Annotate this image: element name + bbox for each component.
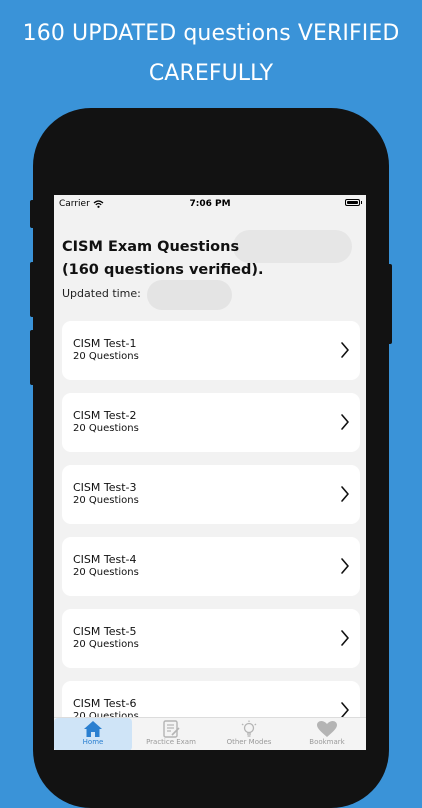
- tab-label: Bookmark: [309, 738, 345, 746]
- test-question-count: 20 Questions: [73, 423, 139, 434]
- tab-bar: Home Practice Exam Other Modes Bookmark: [54, 717, 366, 750]
- status-bar: Carrier 7:06 PM: [54, 195, 366, 213]
- app-screen: Carrier 7:06 PM CISM Exam Questions (160…: [54, 195, 366, 750]
- updated-time-pill: [147, 280, 232, 310]
- chevron-right-icon: [341, 342, 349, 358]
- tab-label: Other Modes: [226, 738, 272, 746]
- home-icon: [84, 721, 102, 737]
- updated-time-label: Updated time:: [62, 287, 141, 300]
- tab-other-modes[interactable]: Other Modes: [210, 718, 288, 750]
- tab-practice-exam[interactable]: Practice Exam: [132, 718, 210, 750]
- test-title: CISM Test-4: [73, 553, 137, 566]
- page-title-line-2: (160 questions verified).: [62, 262, 264, 278]
- test-title: CISM Test-5: [73, 625, 137, 638]
- phone-volume-down-button: [30, 330, 35, 385]
- promo-headline: 160 UPDATED questions VERIFIED CAREFULLY: [0, 14, 422, 94]
- practice-exam-icon: [163, 720, 180, 738]
- promo-line-2: CAREFULLY: [148, 61, 274, 86]
- test-list: CISM Test-1 20 Questions CISM Test-2 20 …: [62, 321, 360, 750]
- page-title: CISM Exam Questions (160 questions verif…: [62, 236, 362, 282]
- test-title: CISM Test-6: [73, 697, 137, 710]
- chevron-right-icon: [341, 558, 349, 574]
- test-question-count: 20 Questions: [73, 495, 139, 506]
- test-card-5[interactable]: CISM Test-5 20 Questions: [62, 609, 360, 668]
- chevron-right-icon: [341, 486, 349, 502]
- test-card-2[interactable]: CISM Test-2 20 Questions: [62, 393, 360, 452]
- test-question-count: 20 Questions: [73, 567, 139, 578]
- test-question-count: 20 Questions: [73, 639, 139, 650]
- chevron-right-icon: [341, 414, 349, 430]
- page-title-line-1: CISM Exam Questions: [62, 239, 240, 255]
- phone-power-button: [387, 264, 392, 344]
- chevron-right-icon: [341, 630, 349, 646]
- battery-icon: [345, 199, 362, 206]
- promo-line-1: 160 UPDATED questions VERIFIED: [22, 21, 400, 46]
- tab-label: Home: [82, 738, 104, 746]
- phone-volume-up-button: [30, 262, 35, 317]
- phone-side-button: [30, 200, 35, 228]
- status-time: 7:06 PM: [189, 199, 231, 209]
- tab-bookmark[interactable]: Bookmark: [288, 718, 366, 750]
- test-title: CISM Test-3: [73, 481, 137, 494]
- test-title: CISM Test-2: [73, 409, 137, 422]
- test-question-count: 20 Questions: [73, 351, 139, 362]
- tab-home[interactable]: Home: [54, 718, 132, 750]
- test-title: CISM Test-1: [73, 337, 137, 350]
- lightbulb-icon: [241, 720, 257, 737]
- test-card-1[interactable]: CISM Test-1 20 Questions: [62, 321, 360, 380]
- test-card-4[interactable]: CISM Test-4 20 Questions: [62, 537, 360, 596]
- tab-label: Practice Exam: [146, 738, 196, 746]
- test-card-3[interactable]: CISM Test-3 20 Questions: [62, 465, 360, 524]
- heart-icon: [317, 721, 337, 737]
